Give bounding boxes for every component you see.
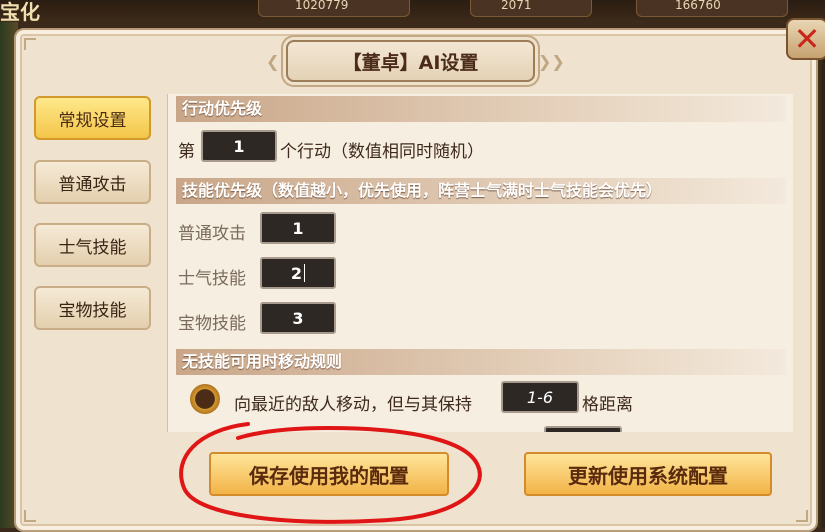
skill-label-normal-attack: 普通攻击	[178, 224, 246, 244]
treasure-skill-priority-input[interactable]: 3	[260, 302, 336, 334]
tab-morale-skill[interactable]: 士气技能	[34, 223, 151, 267]
skill-label-morale: 士气技能	[178, 269, 246, 289]
tab-label: 普通攻击	[58, 174, 127, 195]
text-cursor	[304, 264, 306, 282]
action-priority-header: 行动优先级	[176, 96, 786, 122]
tab-label: 宝物技能	[58, 300, 127, 321]
skill-priority-header: 技能优先级（数值越小，优先使用，阵营士气满时士气技能会优先）	[176, 178, 786, 204]
tab-general-settings[interactable]: 常规设置	[34, 96, 151, 140]
normal-attack-priority-input[interactable]: 1	[260, 212, 336, 244]
move-rule-header: 无技能可用时移动规则	[176, 349, 786, 375]
move-rule-option-text: 向最近的敌人移动，但与其保持	[234, 395, 472, 415]
tab-normal-attack[interactable]: 普通攻击	[34, 160, 151, 204]
resource-slot-3: 166760	[636, 0, 788, 17]
action-order-prefix: 第	[178, 142, 195, 162]
top-resource-bar: 宝化 1020779 2071 166760	[0, 0, 825, 24]
use-system-config-button[interactable]: 更新使用系统配置	[524, 452, 772, 496]
resource-slot-1: 1020779	[258, 0, 410, 17]
save-my-config-button[interactable]: 保存使用我的配置	[209, 452, 449, 496]
tab-label: 士气技能	[58, 237, 127, 258]
corner-ornament	[796, 510, 808, 522]
resource-slot-2: 2071	[470, 0, 592, 17]
tab-label: 常规设置	[58, 110, 127, 131]
move-range-input[interactable]: 1-6	[501, 381, 579, 413]
dialog-title-banner: 【董卓】AI设置	[286, 40, 535, 82]
corner-ornament	[24, 38, 36, 50]
dialog-title: 【董卓】AI设置	[342, 51, 479, 74]
morale-skill-priority-input[interactable]: 2	[260, 257, 336, 289]
action-order-input[interactable]: 1	[201, 130, 277, 162]
close-icon: ✕	[793, 20, 821, 58]
close-button[interactable]: ✕	[786, 18, 825, 60]
partial-hidden-input	[544, 426, 622, 432]
action-order-suffix: 个行动（数值相同时随机）	[280, 142, 484, 162]
skill-label-treasure: 宝物技能	[178, 314, 246, 334]
corner-ornament	[24, 510, 36, 522]
settings-panel: 行动优先级 第 1 个行动（数值相同时随机） 技能优先级（数值越小，优先使用，阵…	[167, 94, 793, 432]
move-rule-radio[interactable]	[190, 384, 220, 414]
move-range-suffix: 格距离	[582, 395, 633, 415]
tab-treasure-skill[interactable]: 宝物技能	[34, 286, 151, 330]
title-right-ornament: ❯❯	[538, 52, 565, 71]
